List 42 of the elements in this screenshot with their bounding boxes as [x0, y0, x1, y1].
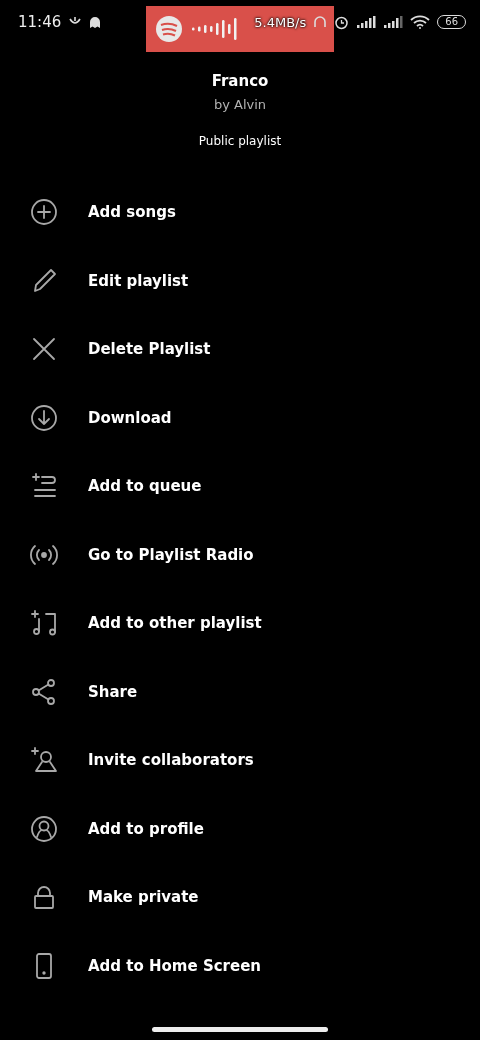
- menu-label: Add to Home Screen: [88, 956, 261, 975]
- menu-label: Go to Playlist Radio: [88, 545, 254, 564]
- network-speed: 5.4MB/s: [254, 14, 307, 30]
- person-plus-icon: [30, 746, 58, 775]
- menu-item[interactable]: Add songs: [0, 178, 480, 247]
- menu-item[interactable]: Add to Home Screen: [0, 931, 480, 1000]
- menu-item[interactable]: Share: [0, 657, 480, 726]
- playlist-title: Franco: [211, 71, 269, 91]
- headphones-icon: [313, 15, 328, 29]
- signal-icon: [383, 16, 404, 28]
- menu-label: Edit playlist: [88, 271, 189, 290]
- menu-label: Make private: [88, 888, 199, 907]
- menu-item[interactable]: Delete Playlist: [0, 315, 480, 384]
- menu-item[interactable]: Make private: [0, 863, 480, 932]
- music-note-plus-icon: [30, 609, 58, 638]
- menu-label: Add songs: [88, 203, 176, 222]
- status-time: 11:46: [18, 13, 62, 31]
- share-icon: [30, 677, 58, 706]
- menu-item[interactable]: Invite collaborators: [0, 726, 480, 795]
- menu-label: Add to profile: [88, 819, 204, 838]
- menu-item[interactable]: Add to other playlist: [0, 589, 480, 658]
- menu-label: Add to other playlist: [88, 614, 262, 633]
- playlist-owner: by Alvin: [213, 96, 267, 114]
- menu-label: Invite collaborators: [88, 751, 254, 770]
- playlist-visibility: Public playlist: [198, 133, 282, 150]
- home-indicator[interactable]: [152, 1027, 328, 1032]
- ghost-icon: [89, 15, 102, 29]
- signal-icon: [356, 16, 377, 28]
- menu-item[interactable]: Download: [0, 383, 480, 452]
- menu-label: Add to queue: [88, 477, 202, 496]
- download-icon: [30, 403, 58, 432]
- menu-item[interactable]: Add to queue: [0, 452, 480, 521]
- menu-item[interactable]: Go to Playlist Radio: [0, 520, 480, 589]
- profile-icon: [30, 814, 58, 843]
- alarm-icon: [334, 14, 350, 30]
- wifi-icon: [410, 15, 431, 29]
- menu-label: Delete Playlist: [88, 340, 211, 359]
- plus-circle-icon: [30, 198, 58, 227]
- menu-item[interactable]: Add to profile: [0, 794, 480, 863]
- menu-label: Download: [88, 408, 172, 427]
- menu-item[interactable]: Edit playlist: [0, 246, 480, 315]
- menu-label: Share: [88, 682, 138, 701]
